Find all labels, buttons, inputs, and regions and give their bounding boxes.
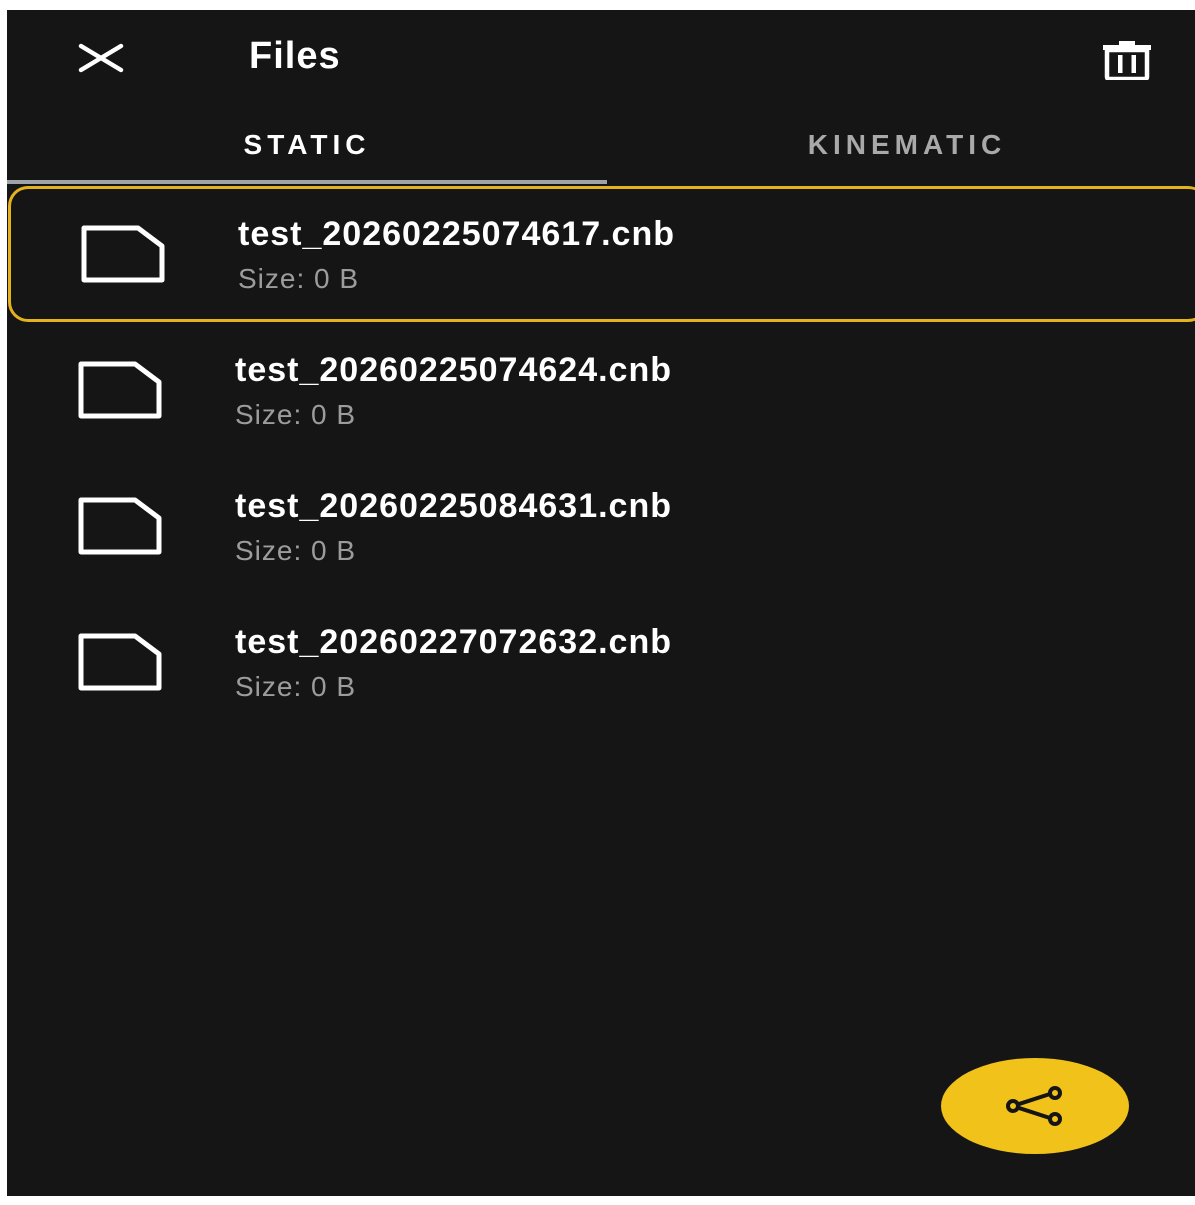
file-name: test_20260225074624.cnb (235, 351, 672, 389)
file-item[interactable]: test_20260227072632.cnb Size: 0 B (7, 594, 1195, 730)
file-icon (81, 225, 165, 283)
close-button[interactable] (71, 28, 131, 88)
page-title: Files (249, 35, 341, 77)
share-button[interactable] (941, 1058, 1129, 1154)
file-size: Size: 0 B (235, 535, 357, 566)
file-item[interactable]: test_20260225074624.cnb Size: 0 B (7, 322, 1195, 458)
file-size: Size: 0 B (235, 671, 357, 702)
tab-kinematic[interactable]: KINEMATIC (607, 105, 1195, 185)
close-icon (78, 43, 124, 73)
tab-bar: STATIC KINEMATIC (7, 105, 1195, 185)
files-screen: Files STATIC KINEMATIC test_202602250746… (7, 10, 1195, 1196)
file-name: test_20260225084631.cnb (235, 487, 672, 525)
tab-label: STATIC (243, 129, 371, 160)
file-name: test_20260227072632.cnb (235, 623, 672, 661)
app-bar: Files (7, 10, 1195, 105)
file-size: Size: 0 B (235, 399, 357, 430)
tab-label: KINEMATIC (807, 129, 1007, 160)
file-item[interactable]: test_20260225074617.cnb Size: 0 B (8, 186, 1195, 322)
share-icon (1006, 1086, 1062, 1126)
file-name: test_20260225074617.cnb (238, 215, 675, 253)
file-icon (78, 361, 162, 419)
file-icon (78, 633, 162, 691)
trash-icon (1103, 41, 1151, 80)
delete-button[interactable] (1097, 30, 1157, 90)
file-item[interactable]: test_20260225084631.cnb Size: 0 B (7, 458, 1195, 594)
file-size: Size: 0 B (238, 263, 360, 294)
tab-indicator (7, 180, 607, 184)
file-list: test_20260225074617.cnb Size: 0 B test_2… (7, 186, 1195, 730)
file-icon (78, 497, 162, 555)
tab-static[interactable]: STATIC (7, 105, 607, 185)
